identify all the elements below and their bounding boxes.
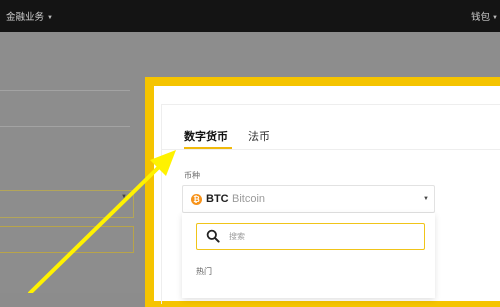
- nav-menu-wallet[interactable]: 钱包 ▼: [471, 9, 498, 23]
- background-divider: [0, 90, 130, 91]
- tab-digital-currency[interactable]: 数字货币: [184, 128, 228, 144]
- background-highlighted-field: [0, 226, 134, 253]
- nav-menu-label: 钱包: [471, 12, 491, 23]
- bitcoin-icon: ₿: [191, 194, 202, 205]
- currency-select[interactable]: ₿ BTC Bitcoin ▼: [182, 185, 435, 213]
- tab-fiat-currency[interactable]: 法币: [248, 128, 270, 144]
- currency-dropdown: 搜索 热门: [182, 213, 435, 298]
- search-placeholder: 搜索: [229, 232, 245, 241]
- chevron-down-icon: ▼: [423, 196, 429, 202]
- selected-coin-name: Bitcoin: [232, 193, 266, 205]
- tabs-divider: [161, 149, 500, 150]
- background-select: [0, 190, 134, 218]
- selected-coin-symbol: BTC: [206, 193, 229, 205]
- search-icon: [206, 229, 220, 243]
- top-navigation-bar: 金融业务 ▼ 钱包 ▼: [0, 0, 500, 32]
- nav-menu-label: 金融业务: [6, 12, 45, 23]
- nav-menu-financial-services[interactable]: 金融业务 ▼: [6, 9, 53, 23]
- search-input[interactable]: 搜索: [196, 223, 425, 250]
- popular-section-label: 热门: [196, 267, 212, 276]
- background-divider: [0, 126, 130, 127]
- chevron-down-icon: ▼: [492, 15, 498, 21]
- chevron-down-icon: ▼: [47, 15, 53, 21]
- chevron-down-icon: ▼: [121, 194, 127, 200]
- currency-field-label: 币种: [184, 171, 200, 180]
